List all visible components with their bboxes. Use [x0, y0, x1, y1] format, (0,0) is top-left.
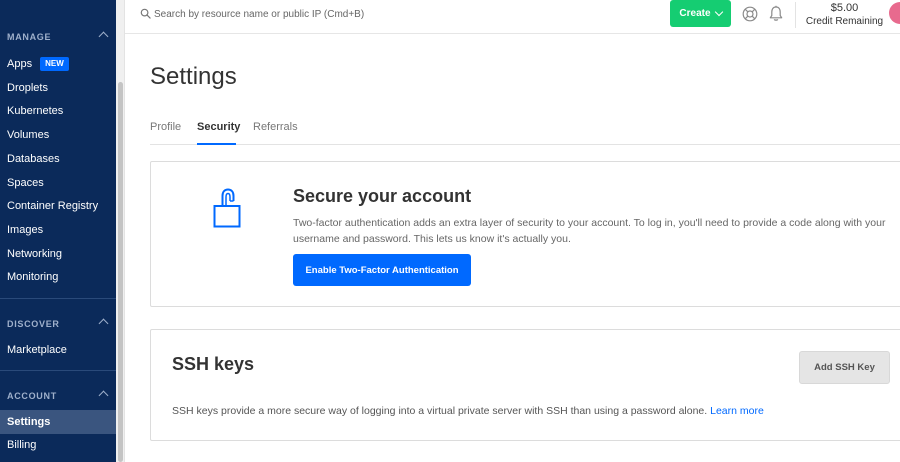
- top-bar: Create $5.00 Credit Remaining: [125, 0, 900, 34]
- two-factor-title: Secure your account: [293, 186, 472, 206]
- sidebar-item-label: Droplets: [7, 82, 48, 94]
- new-badge: NEW: [40, 57, 69, 72]
- ssh-keys-description: SSH keys provide a more secure way of lo…: [172, 405, 764, 417]
- chevron-down-icon: [714, 7, 723, 17]
- active-tab-indicator: [197, 143, 236, 145]
- section-header-label: ACCOUNT: [7, 391, 57, 401]
- sidebar-section-account[interactable]: ACCOUNT: [7, 390, 109, 401]
- section-header-label: MANAGE: [7, 32, 52, 42]
- sidebar-item-marketplace[interactable]: Marketplace: [0, 338, 116, 362]
- sidebar-section-manage[interactable]: MANAGE: [7, 31, 109, 42]
- create-button-label: Create: [679, 8, 711, 19]
- sidebar-item-images[interactable]: Images: [0, 218, 116, 242]
- sidebar-item-monitoring[interactable]: Monitoring: [0, 265, 116, 289]
- sidebar-item-volumes[interactable]: Volumes: [0, 123, 116, 147]
- topbar-separator: [795, 2, 796, 28]
- enable-two-factor-button[interactable]: Enable Two-Factor Authentication: [293, 254, 471, 286]
- sidebar-section-discover[interactable]: DISCOVER: [7, 318, 109, 329]
- chevron-up-icon: [98, 318, 109, 329]
- unlocked-padlock-icon: [213, 188, 241, 228]
- sidebar-item-label: Billing: [7, 439, 37, 451]
- sidebar-item-kubernetes[interactable]: Kubernetes: [0, 99, 116, 123]
- sidebar-item-droplets[interactable]: Droplets: [0, 76, 116, 100]
- sidebar-item-label: Networking: [7, 248, 63, 260]
- sidebar-item-billing[interactable]: Billing: [0, 433, 116, 457]
- chevron-up-icon: [98, 390, 109, 401]
- sidebar-item-label: Container Registry: [7, 200, 99, 212]
- sidebar-item-label: Settings: [7, 416, 51, 428]
- credit-remaining-label: Credit Remaining: [805, 16, 884, 27]
- tab-security[interactable]: Security: [197, 116, 240, 145]
- sidebar-item-label: Volumes: [7, 129, 50, 141]
- sidebar-item-label: Apps: [7, 58, 33, 70]
- sidebar-item-label: Spaces: [7, 177, 44, 189]
- sidebar-item-label: Images: [7, 224, 44, 236]
- settings-tabs: Profile Security Referrals: [150, 116, 900, 145]
- sidebar-item-label: Databases: [7, 153, 60, 165]
- chevron-up-icon: [98, 31, 109, 42]
- search-input[interactable]: [154, 5, 574, 23]
- sidebar-item-apps[interactable]: Apps NEW: [0, 52, 116, 76]
- sidebar-item-spaces[interactable]: Spaces: [0, 171, 116, 195]
- sidebar-divider: [0, 298, 116, 299]
- section-header-label: DISCOVER: [7, 319, 60, 329]
- sidebar-divider: [0, 370, 116, 371]
- sidebar-item-networking[interactable]: Networking: [0, 242, 116, 266]
- bell-icon[interactable]: [768, 5, 784, 22]
- add-ssh-key-button[interactable]: Add SSH Key: [799, 351, 890, 384]
- sidebar-item-label: Marketplace: [7, 344, 67, 356]
- sidebar-item-settings[interactable]: Settings: [0, 410, 116, 434]
- ssh-keys-title: SSH keys: [172, 354, 255, 374]
- two-factor-card: Secure your account Two-factor authentic…: [150, 161, 900, 307]
- credit-amount: $5.00: [830, 2, 859, 14]
- create-button[interactable]: Create: [670, 0, 731, 27]
- learn-more-link[interactable]: Learn more: [710, 405, 764, 417]
- avatar[interactable]: [889, 2, 900, 24]
- ssh-keys-card: SSH keys Add SSH Key SSH keys provide a …: [150, 329, 900, 441]
- tab-referrals[interactable]: Referrals: [253, 116, 298, 145]
- sidebar-item-label: Kubernetes: [7, 105, 64, 117]
- sidebar-item-label: Monitoring: [7, 271, 59, 283]
- help-lifebuoy-icon[interactable]: [742, 6, 758, 22]
- sidebar-item-databases[interactable]: Databases: [0, 147, 116, 171]
- sidebar-item-container-registry[interactable]: Container Registry: [0, 194, 116, 218]
- search-icon: [140, 8, 151, 19]
- ssh-keys-description-text: SSH keys provide a more secure way of lo…: [172, 405, 708, 417]
- two-factor-description: Two-factor authentication adds an extra …: [293, 217, 886, 245]
- sidebar: MANAGE Apps NEW Droplets Kubernetes Volum…: [0, 0, 116, 462]
- page-title: Settings: [150, 63, 237, 90]
- sidebar-scrollbar-thumb[interactable]: [118, 82, 123, 462]
- tab-profile[interactable]: Profile: [150, 116, 181, 145]
